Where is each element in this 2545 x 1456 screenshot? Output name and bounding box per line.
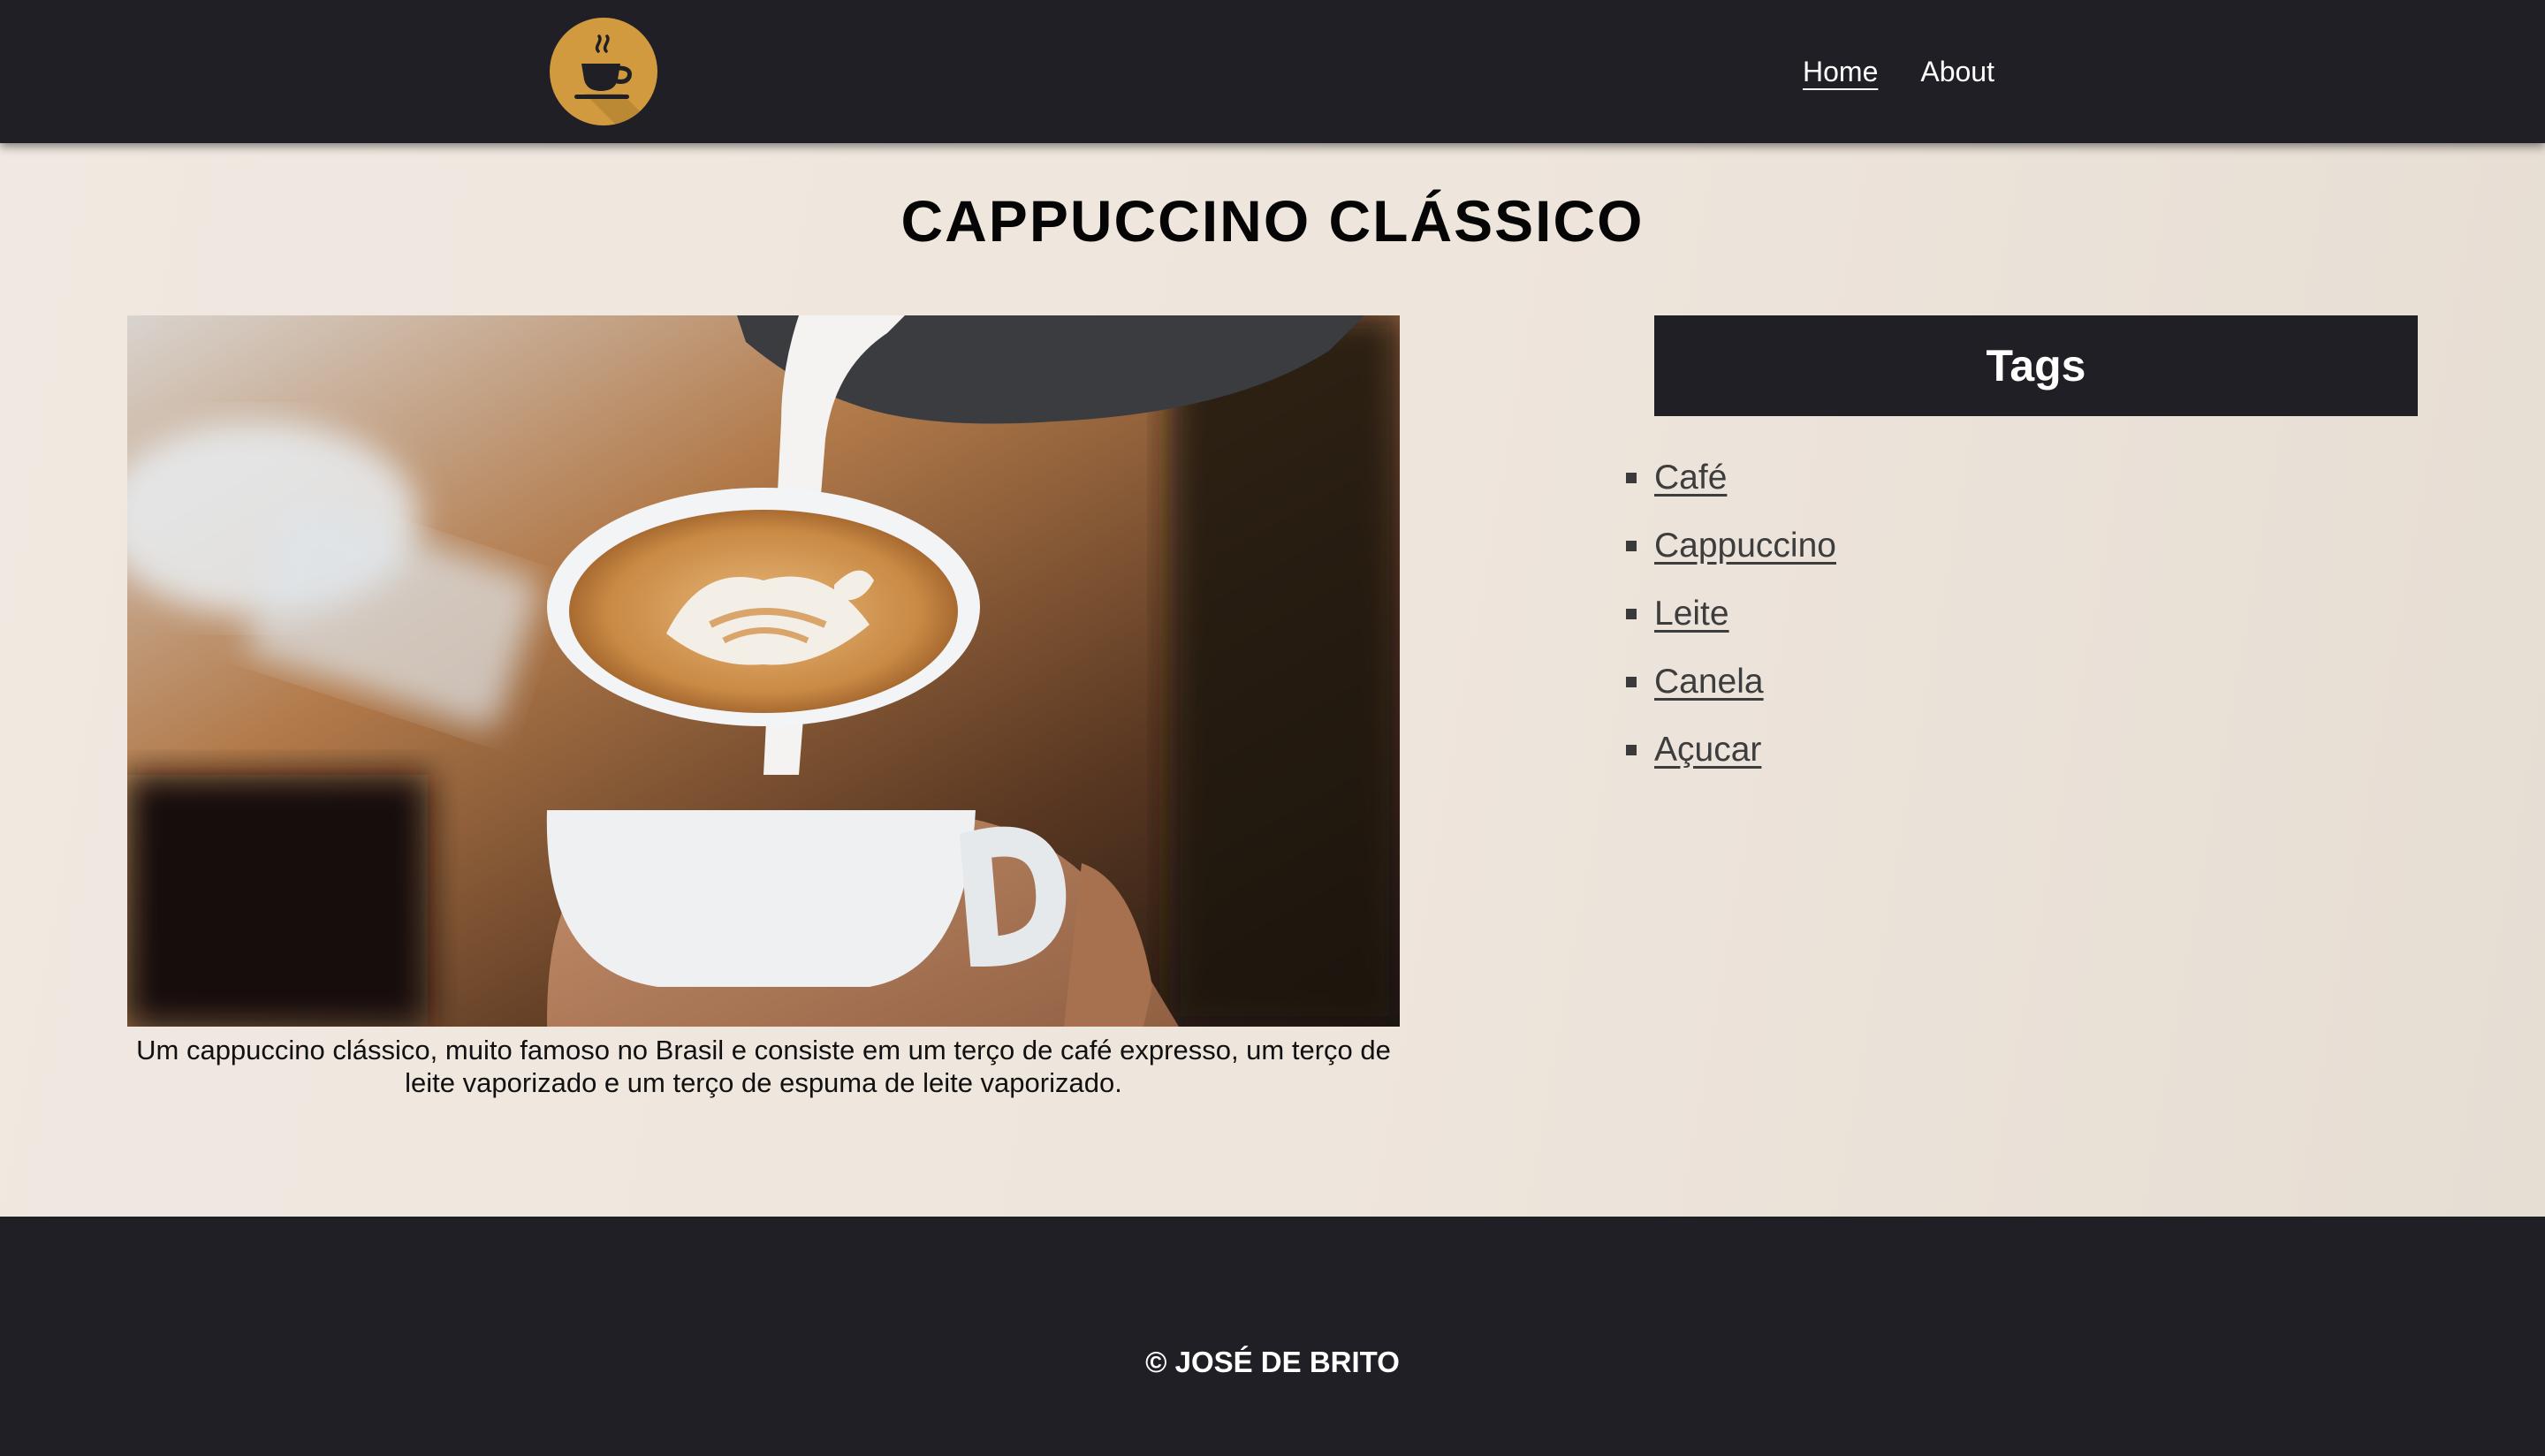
nav-link-about[interactable]: About — [1920, 56, 1994, 88]
list-item: Açucar — [1626, 716, 1836, 784]
tags-list: Café Cappuccino Leite Canela Açucar — [1626, 444, 1836, 784]
tag-link-cafe[interactable]: Café — [1654, 459, 1727, 497]
bullet-square-icon — [1626, 676, 1637, 687]
logo[interactable] — [550, 18, 657, 125]
nav-link-home[interactable]: Home — [1803, 56, 1878, 88]
tag-link-acucar[interactable]: Açucar — [1654, 731, 1761, 770]
list-item: Canela — [1626, 648, 1836, 716]
tag-link-cappuccino[interactable]: Cappuccino — [1654, 527, 1836, 565]
footer-copyright: © JOSÉ DE BRITO — [1145, 1346, 1400, 1378]
main-content: CAPPUCCINO CLÁSSICO Um cappuccino clássi… — [0, 143, 2545, 1217]
cappuccino-photo — [127, 315, 1400, 1027]
top-navbar: Home About — [0, 0, 2545, 143]
nav-menu: Home About — [1803, 0, 1994, 143]
bullet-square-icon — [1626, 540, 1637, 551]
tag-link-canela[interactable]: Canela — [1654, 663, 1764, 701]
coffee-cup-icon — [574, 34, 654, 125]
tags-heading: Tags — [1654, 315, 2418, 416]
image-caption: Um cappuccino clássico, muito famoso no … — [136, 1035, 1391, 1098]
list-item: Cappuccino — [1626, 512, 1836, 580]
bullet-square-icon — [1626, 472, 1637, 483]
list-item: Café — [1626, 444, 1836, 512]
tag-link-leite[interactable]: Leite — [1654, 595, 1729, 633]
list-item: Leite — [1626, 580, 1836, 648]
bullet-square-icon — [1626, 608, 1637, 619]
page-title: CAPPUCCINO CLÁSSICO — [900, 188, 1645, 254]
bullet-square-icon — [1626, 744, 1637, 755]
page-footer: © JOSÉ DE BRITO — [0, 1217, 2545, 1456]
